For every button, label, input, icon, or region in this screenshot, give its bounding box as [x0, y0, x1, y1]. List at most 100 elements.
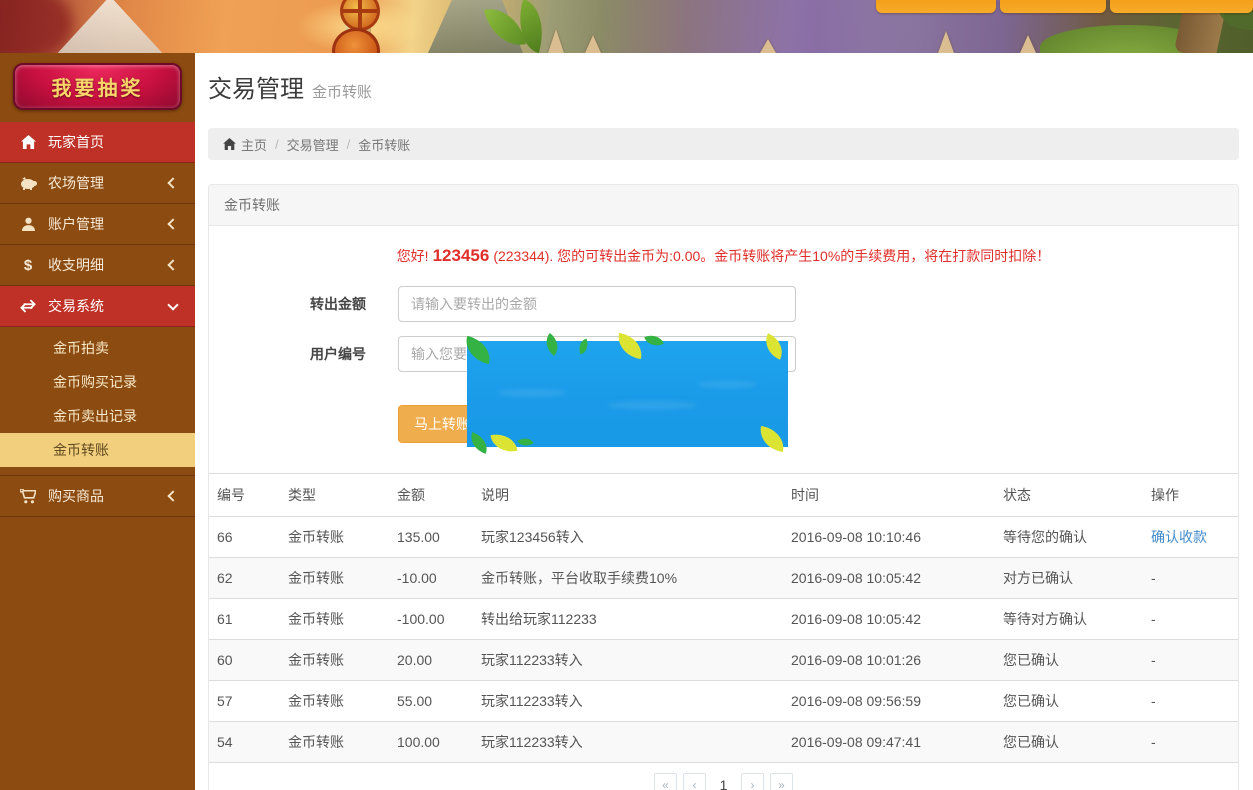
chevron-left-icon — [167, 259, 178, 270]
cell-type: 金币转账 — [280, 681, 389, 722]
dollar-icon: $ — [18, 257, 38, 274]
cell-id: 57 — [209, 681, 280, 722]
table-row: 54 金币转账 100.00 玩家112233转入 2016-09-08 09:… — [209, 722, 1238, 763]
col-header-id: 编号 — [209, 474, 280, 517]
page-title: 交易管理金币转账 — [208, 75, 1239, 108]
transfer-panel: 金币转账 您好!123456(223344). 您的可转出金币为:0.00。金币… — [208, 184, 1239, 790]
cell-amount: -100.00 — [389, 599, 473, 640]
cell-id: 60 — [209, 640, 280, 681]
table-row: 66 金币转账 135.00 玩家123456转入 2016-09-08 10:… — [209, 517, 1238, 558]
table-header-row: 编号 类型 金额 说明 时间 状态 操作 — [209, 474, 1238, 517]
breadcrumb-separator: / — [347, 137, 351, 152]
amount-label: 转出金额 — [224, 294, 398, 314]
sidebar-item-account[interactable]: 账户管理 — [0, 204, 195, 245]
sidebar-item-label: 农场管理 — [48, 173, 169, 193]
pagination-prev-button[interactable]: ‹ — [683, 773, 706, 790]
pagination-last-button[interactable]: » — [770, 773, 793, 790]
cell-status: 等待对方确认 — [995, 599, 1143, 640]
cell-desc: 玩家123456转入 — [473, 517, 783, 558]
banner-cone — [585, 35, 601, 53]
submenu-item-coin-sell-records[interactable]: 金币卖出记录 — [0, 399, 195, 433]
cell-amount: 100.00 — [389, 722, 473, 763]
col-header-amount: 金额 — [389, 474, 473, 517]
col-header-time: 时间 — [783, 474, 995, 517]
cell-status: 等待您的确认 — [995, 517, 1143, 558]
cell-action: - — [1143, 558, 1238, 599]
amount-form-row: 转出金额 — [224, 286, 1223, 322]
table-row: 57 金币转账 55.00 玩家112233转入 2016-09-08 09:5… — [209, 681, 1238, 722]
sidebar-item-buy-goods[interactable]: 购买商品 — [0, 476, 195, 517]
table-row: 62 金币转账 -10.00 金币转账，平台收取手续费10% 2016-09-0… — [209, 558, 1238, 599]
cell-action: - — [1143, 722, 1238, 763]
submenu-item-coin-buy-records[interactable]: 金币购买记录 — [0, 365, 195, 399]
breadcrumb-home-link[interactable]: 主页 — [223, 135, 267, 154]
submenu-item-label: 金币卖出记录 — [53, 406, 137, 426]
cloud-decoration — [697, 381, 757, 388]
breadcrumb-section-link[interactable]: 交易管理 — [287, 135, 339, 154]
col-header-status: 状态 — [995, 474, 1143, 517]
top-nav-tab[interactable] — [1110, 0, 1253, 13]
cell-desc: 玩家112233转入 — [473, 640, 783, 681]
cell-amount: 55.00 — [389, 681, 473, 722]
banner-cone — [938, 31, 954, 53]
chevron-left-icon — [167, 177, 178, 188]
chevron-left-icon — [167, 218, 178, 229]
sidebar-item-player-home[interactable]: 玩家首页 — [0, 122, 195, 163]
banner-cone — [1020, 35, 1036, 53]
user-icon — [18, 217, 38, 231]
cell-status: 您已确认 — [995, 722, 1143, 763]
sidebar-item-label: 收支明细 — [48, 255, 169, 275]
cell-amount: -10.00 — [389, 558, 473, 599]
top-nav-tab[interactable] — [1000, 0, 1106, 13]
exchange-icon — [18, 299, 38, 313]
sidebar-item-farm[interactable]: 农场管理 — [0, 163, 195, 204]
sidebar-item-trade-system[interactable]: 交易系统 — [0, 286, 195, 327]
cell-action: - — [1143, 640, 1238, 681]
lottery-button[interactable]: 我要抽奖 — [13, 63, 182, 110]
cell-amount: 135.00 — [389, 517, 473, 558]
breadcrumb-home-label: 主页 — [241, 135, 267, 154]
pagination: « ‹ 1 › » — [209, 763, 1238, 790]
notice-greeting: 您好! — [397, 248, 429, 264]
panel-title: 金币转账 — [209, 185, 1238, 226]
banner-decoration — [600, 0, 910, 53]
cell-status: 对方已确认 — [995, 558, 1143, 599]
breadcrumb-current: 金币转账 — [358, 135, 410, 154]
submenu-item-coin-auction[interactable]: 金币拍卖 — [0, 331, 195, 365]
cell-status: 您已确认 — [995, 681, 1143, 722]
cell-status: 您已确认 — [995, 640, 1143, 681]
breadcrumb: 主页 / 交易管理 / 金币转账 — [208, 128, 1239, 160]
sidebar-item-label: 账户管理 — [48, 214, 169, 234]
page-subtitle: 金币转账 — [312, 84, 372, 101]
pagination-next-button[interactable]: › — [741, 773, 764, 790]
pagination-first-button[interactable]: « — [654, 773, 677, 790]
cell-time: 2016-09-08 10:10:46 — [783, 517, 995, 558]
sidebar-item-income-detail[interactable]: $ 收支明细 — [0, 245, 195, 286]
cell-id: 54 — [209, 722, 280, 763]
top-nav-tab[interactable] — [876, 0, 996, 13]
banner-decoration — [0, 0, 73, 53]
col-header-action: 操作 — [1143, 474, 1238, 517]
pagination-current-page[interactable]: 1 — [712, 773, 735, 790]
submenu-item-label: 金币购买记录 — [53, 372, 137, 392]
pig-icon — [18, 177, 38, 190]
cell-time: 2016-09-08 09:56:59 — [783, 681, 995, 722]
banner-artwork — [0, 0, 1253, 53]
cell-type: 金币转账 — [280, 558, 389, 599]
confirm-receipt-link[interactable]: 确认收款 — [1151, 529, 1207, 545]
user-id-label: 用户编号 — [224, 344, 398, 364]
cell-type: 金币转账 — [280, 517, 389, 558]
cell-time: 2016-09-08 10:05:42 — [783, 558, 995, 599]
cloud-decoration — [497, 389, 567, 397]
screenshot-overlay — [467, 341, 788, 447]
notice-user-id: 123456 — [433, 246, 490, 265]
records-table: 编号 类型 金额 说明 时间 状态 操作 66 金币转账 135.00 玩家12 — [209, 473, 1238, 763]
amount-input[interactable] — [398, 286, 796, 322]
sidebar-item-label: 玩家首页 — [48, 132, 181, 152]
cell-time: 2016-09-08 10:01:26 — [783, 640, 995, 681]
cart-icon — [18, 489, 38, 504]
submenu-item-coin-transfer[interactable]: 金币转账 — [0, 433, 195, 467]
submenu-item-label: 金币转账 — [53, 440, 109, 460]
cell-desc: 转出给玩家112233 — [473, 599, 783, 640]
sidebar-nav: 玩家首页 农场管理 账户管理 $ 收支明细 — [0, 122, 195, 517]
